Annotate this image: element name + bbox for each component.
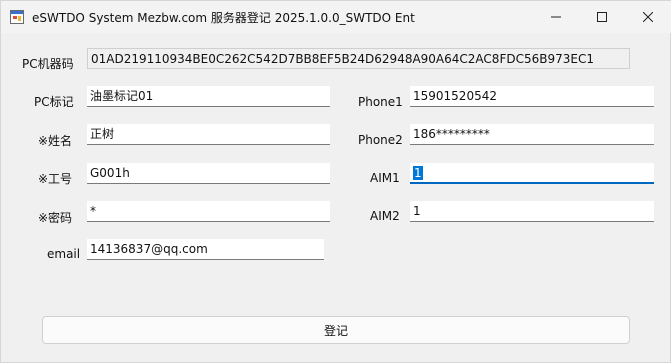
aim1-selected-text: 1	[413, 166, 423, 180]
minimize-button[interactable]	[533, 1, 579, 33]
window-title: eSWTDO System Mezbw.com 服务器登记 2025.1.0.0…	[32, 11, 415, 25]
email-label: email	[47, 247, 81, 261]
name-label: ※姓名	[38, 134, 73, 148]
password-label: ※密码	[38, 211, 73, 225]
maximize-icon	[597, 12, 607, 22]
aim2-label: AIM2	[370, 209, 400, 223]
close-icon	[643, 12, 653, 22]
job-id-label: ※工号	[38, 172, 73, 186]
register-button-label: 登记	[323, 323, 348, 338]
pc-tag-field[interactable]: 油墨标记01	[87, 86, 330, 107]
app-window-icon	[10, 10, 24, 24]
register-button[interactable]: 登记	[42, 316, 630, 344]
phone1-label: Phone1	[358, 95, 403, 109]
maximize-button[interactable]	[579, 1, 625, 33]
minimize-icon	[551, 16, 561, 18]
register-window: eSWTDO System Mezbw.com 服务器登记 2025.1.0.0…	[0, 0, 671, 363]
phone2-field[interactable]: 186*********	[410, 124, 654, 145]
aim1-field[interactable]: 1	[410, 163, 654, 184]
phone1-field[interactable]: 15901520542	[410, 86, 654, 107]
aim2-field[interactable]: 1	[410, 201, 654, 222]
pc-id-field[interactable]: 01AD219110934BE0C262C542D7BB8EF5B24D6294…	[87, 48, 630, 69]
pc-id-label: PC机器码	[22, 57, 74, 71]
close-button[interactable]	[625, 1, 671, 33]
phone2-label: Phone2	[358, 133, 403, 147]
pc-tag-label: PC标记	[34, 95, 74, 109]
job-id-field[interactable]: G001h	[87, 163, 330, 184]
aim1-label: AIM1	[370, 171, 400, 185]
password-field[interactable]: *	[87, 201, 330, 222]
title-bar[interactable]: eSWTDO System Mezbw.com 服务器登记 2025.1.0.0…	[1, 1, 671, 33]
email-field[interactable]: 14136837@qq.com	[87, 239, 324, 260]
name-field[interactable]: 正树	[87, 124, 330, 145]
